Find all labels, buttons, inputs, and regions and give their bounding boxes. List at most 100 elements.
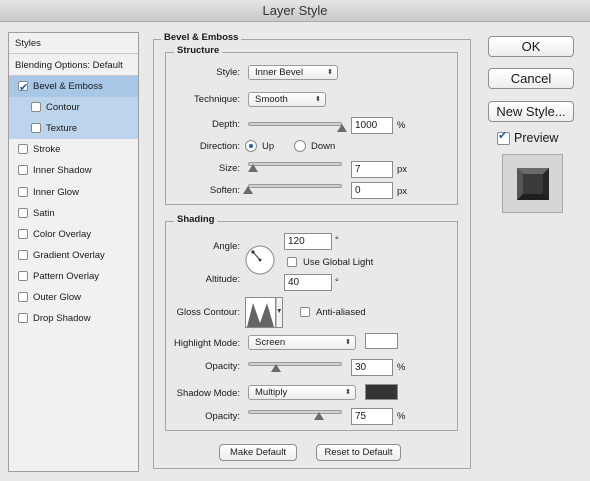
shadow-opacity-input[interactable]: 75: [351, 408, 393, 425]
styles-item-stroke[interactable]: Stroke: [9, 139, 138, 160]
styles-item-inner-shadow[interactable]: Inner Shadow: [9, 160, 138, 181]
highlight-opacity-unit: %: [397, 362, 406, 373]
size-label: Size:: [218, 163, 240, 174]
depth-unit: %: [397, 120, 406, 131]
make-default-button[interactable]: Make Default: [219, 444, 297, 461]
soften-input[interactable]: 0: [351, 182, 393, 199]
size-input[interactable]: 7: [351, 161, 393, 178]
direction-up-label: Up: [262, 141, 275, 152]
shadow-mode-select[interactable]: Multiply ⬍: [248, 385, 356, 400]
styles-header-label: Styles: [15, 38, 41, 49]
style-checkbox[interactable]: [31, 123, 41, 134]
highlight-mode-select[interactable]: Screen ⬍: [248, 335, 356, 350]
depth-label: Depth:: [212, 119, 240, 130]
reset-to-default-button[interactable]: Reset to Default: [316, 444, 401, 461]
angle-unit: °: [335, 235, 339, 246]
style-item-label: Texture: [46, 123, 78, 135]
use-global-light-label: Use Global Light: [303, 257, 374, 268]
style-item-label: Inner Shadow: [33, 165, 92, 177]
soften-slider[interactable]: [248, 184, 342, 188]
shadow-opacity-slider[interactable]: [248, 410, 342, 414]
technique-label: Technique:: [194, 94, 240, 105]
shadow-opacity-label: Opacity:: [205, 411, 240, 422]
direction-down-label: Down: [311, 141, 336, 152]
styles-item-texture[interactable]: Texture: [9, 118, 138, 140]
depth-slider-thumb[interactable]: [337, 124, 347, 132]
highlight-opacity-input[interactable]: 30: [351, 359, 393, 376]
shadow-opacity-slider-thumb[interactable]: [313, 412, 324, 420]
shadow-mode-value: Multiply: [255, 387, 288, 398]
new-style-button[interactable]: New Style...: [488, 101, 574, 122]
style-item-label: Stroke: [33, 144, 61, 156]
highlight-color-swatch[interactable]: [365, 333, 398, 349]
style-checkbox[interactable]: [18, 228, 28, 239]
styles-list: Styles Blending Options: Default Bevel &…: [8, 32, 139, 472]
altitude-input[interactable]: 40: [284, 274, 332, 291]
styles-item-gradient-overlay[interactable]: Gradient Overlay: [9, 245, 138, 266]
style-checkbox[interactable]: [18, 292, 28, 302]
cancel-button[interactable]: Cancel: [488, 68, 574, 89]
soften-slider-thumb[interactable]: [243, 186, 253, 194]
size-slider-thumb[interactable]: [247, 164, 258, 172]
highlight-opacity-label: Opacity:: [205, 361, 240, 372]
size-slider[interactable]: [248, 162, 342, 166]
styles-item-pattern-overlay[interactable]: Pattern Overlay: [9, 266, 138, 287]
style-checkbox[interactable]: [18, 249, 28, 260]
anti-aliased-checkbox[interactable]: [300, 307, 310, 317]
styles-item-color-overlay[interactable]: Color Overlay: [9, 224, 138, 245]
style-checkbox[interactable]: [31, 102, 41, 113]
style-select[interactable]: Inner Bevel ⬍: [248, 65, 338, 80]
style-item-label: Satin: [33, 207, 55, 219]
style-select-value: Inner Bevel: [255, 67, 304, 78]
depth-slider[interactable]: [248, 122, 342, 126]
gloss-contour-picker[interactable]: [245, 297, 283, 328]
structure-title: Structure: [174, 45, 223, 57]
technique-select-value: Smooth: [255, 94, 288, 105]
select-arrows-icon: ⬍: [327, 69, 333, 76]
soften-label: Soften:: [209, 185, 240, 196]
blending-options-item[interactable]: Blending Options: Default: [9, 55, 138, 76]
altitude-label: Altitude:: [205, 274, 240, 285]
highlight-mode-label: Highlight Mode:: [173, 338, 240, 349]
styles-item-bevel-emboss[interactable]: Bevel & Emboss: [9, 76, 138, 99]
style-checkbox[interactable]: [18, 165, 28, 176]
style-checkbox[interactable]: [18, 186, 28, 197]
size-unit: px: [397, 164, 408, 175]
ok-button[interactable]: OK: [488, 36, 574, 57]
styles-item-inner-glow[interactable]: Inner Glow: [9, 182, 138, 203]
styles-item-satin[interactable]: Satin: [9, 203, 138, 224]
highlight-opacity-slider-thumb[interactable]: [271, 364, 282, 372]
style-item-label: Inner Glow: [33, 186, 79, 198]
depth-input[interactable]: 1000: [351, 117, 393, 134]
styles-header[interactable]: Styles: [9, 33, 138, 54]
angle-input[interactable]: 120: [284, 233, 332, 250]
style-checkbox[interactable]: [18, 313, 28, 324]
use-global-light-checkbox[interactable]: [287, 257, 297, 267]
anti-aliased-label: Anti-aliased: [316, 307, 366, 318]
direction-up-radio[interactable]: [245, 140, 257, 152]
angle-label: Angle:: [213, 241, 240, 252]
technique-select[interactable]: Smooth ⬍: [248, 92, 326, 107]
angle-dial[interactable]: [245, 245, 275, 275]
styles-item-outer-glow[interactable]: Outer Glow: [9, 287, 138, 308]
shadow-mode-label: Shadow Mode:: [176, 388, 240, 399]
select-arrows-icon: ⬍: [345, 339, 351, 346]
style-checkbox[interactable]: [18, 144, 28, 155]
blending-options-label: Blending Options: Default: [15, 60, 123, 71]
style-item-label: Pattern Overlay: [33, 270, 99, 282]
style-item-label: Outer Glow: [33, 292, 82, 303]
shadow-color-swatch[interactable]: [365, 384, 398, 400]
shading-title: Shading: [174, 214, 218, 226]
direction-label: Direction:: [199, 141, 240, 152]
style-checkbox[interactable]: [18, 78, 28, 99]
highlight-opacity-slider[interactable]: [248, 362, 342, 366]
style-item-label: Drop Shadow: [33, 313, 91, 325]
styles-item-drop-shadow[interactable]: Drop Shadow: [9, 308, 138, 329]
direction-down-radio[interactable]: [294, 140, 306, 152]
style-checkbox[interactable]: [18, 207, 28, 218]
preview-checkbox[interactable]: [497, 129, 510, 145]
shadow-opacity-unit: %: [397, 411, 406, 422]
style-checkbox[interactable]: [18, 270, 28, 281]
bevel-emboss-title: Bevel & Emboss: [161, 32, 242, 44]
styles-item-contour[interactable]: Contour: [9, 97, 138, 119]
